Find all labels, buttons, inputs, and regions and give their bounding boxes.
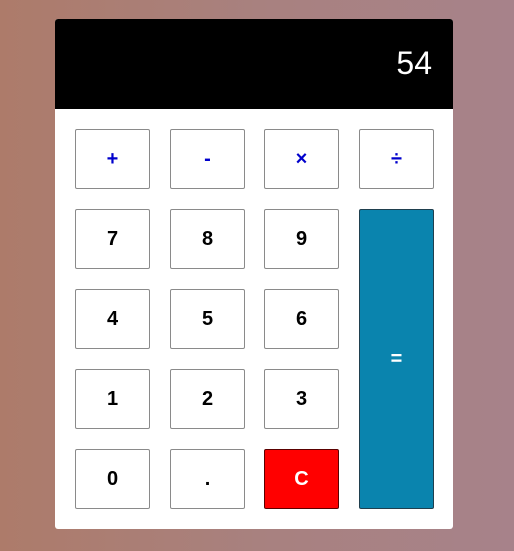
- digit-5-button[interactable]: 5: [170, 289, 245, 349]
- decimal-button[interactable]: .: [170, 449, 245, 509]
- digit-2-button[interactable]: 2: [170, 369, 245, 429]
- divide-button[interactable]: ÷: [359, 129, 434, 189]
- digit-8-button[interactable]: 8: [170, 209, 245, 269]
- digit-6-button[interactable]: 6: [264, 289, 339, 349]
- calculator: 54 + - × ÷ 7 8 9 = 4 5 6 1 2 3 0 . C: [55, 19, 453, 529]
- multiply-button[interactable]: ×: [264, 129, 339, 189]
- digit-0-button[interactable]: 0: [75, 449, 150, 509]
- digit-4-button[interactable]: 4: [75, 289, 150, 349]
- add-button[interactable]: +: [75, 129, 150, 189]
- clear-button[interactable]: C: [264, 449, 339, 509]
- equals-button[interactable]: =: [359, 209, 434, 509]
- digit-1-button[interactable]: 1: [75, 369, 150, 429]
- digit-3-button[interactable]: 3: [264, 369, 339, 429]
- calculator-display: 54: [55, 19, 453, 109]
- subtract-button[interactable]: -: [170, 129, 245, 189]
- digit-7-button[interactable]: 7: [75, 209, 150, 269]
- digit-9-button[interactable]: 9: [264, 209, 339, 269]
